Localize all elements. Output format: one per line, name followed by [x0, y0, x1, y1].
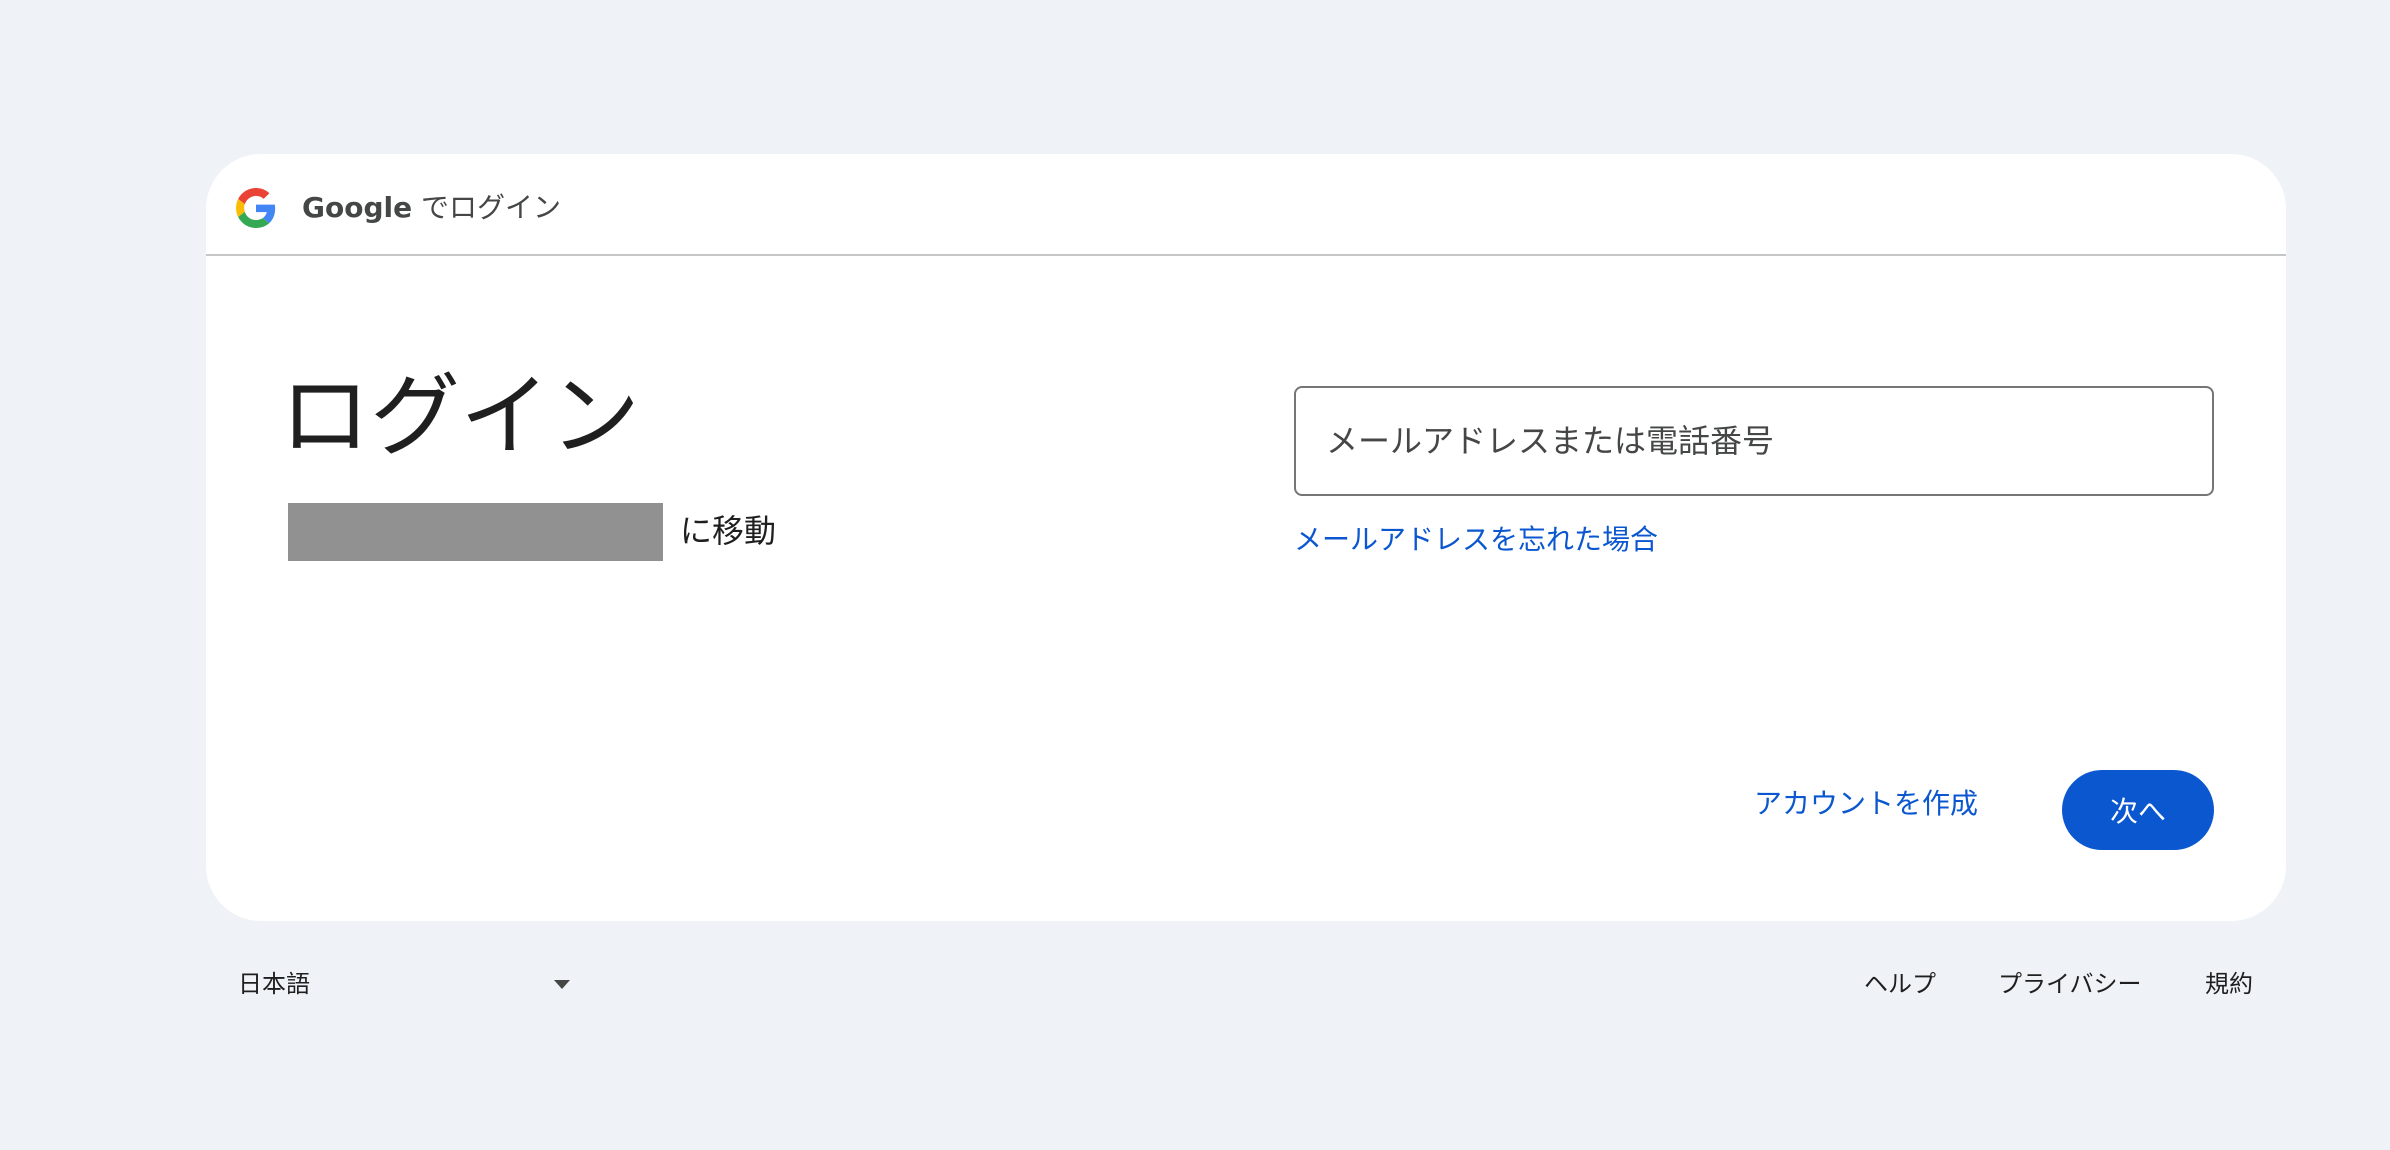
header-brand: Google [302, 191, 413, 224]
footer: 日本語 ヘルプ プライバシー 規約 [0, 960, 2390, 1010]
forgot-email-link[interactable]: メールアドレスを忘れた場合 [1294, 518, 1658, 562]
page-title: ログイン [280, 364, 640, 469]
help-link[interactable]: ヘルプ [1864, 966, 1936, 1002]
header-title-suffix: でログイン [412, 191, 561, 224]
header-title: Google でログイン [302, 188, 561, 228]
privacy-link[interactable]: プライバシー [1998, 966, 2142, 1002]
language-label: 日本語 [238, 970, 310, 998]
google-g-icon [236, 188, 276, 228]
signin-card: Google でログイン ログイン に移動 メールアドレスを忘れた場合 アカウン… [206, 154, 2286, 921]
next-button[interactable]: 次へ [2062, 770, 2214, 850]
dropdown-arrow-icon [554, 980, 570, 989]
language-select[interactable]: 日本語 [238, 962, 578, 1008]
redacted-app-name [288, 503, 663, 561]
email-field[interactable] [1294, 386, 2214, 496]
terms-link[interactable]: 規約 [2205, 966, 2253, 1002]
create-account-button[interactable]: アカウントを作成 [1754, 782, 1978, 826]
card-header: Google でログイン [206, 154, 2286, 256]
continue-to-text: に移動 [680, 512, 777, 550]
